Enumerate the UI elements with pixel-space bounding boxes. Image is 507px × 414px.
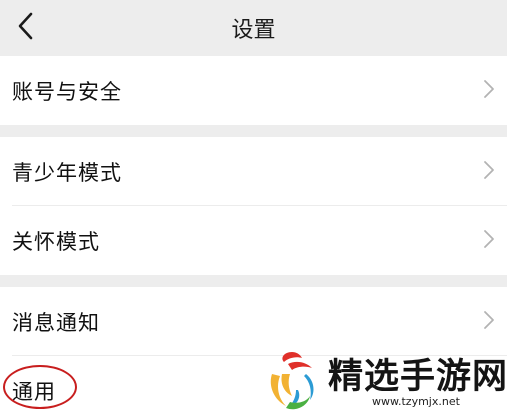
chevron-right-icon	[483, 229, 495, 253]
chevron-right-icon	[483, 79, 495, 103]
watermark-url: www.tzymjx.net	[372, 395, 460, 408]
watermark: 精选手游网 www.tzymjx.net	[262, 344, 507, 414]
settings-item-account-security[interactable]: 账号与安全	[0, 56, 507, 125]
settings-item-label: 关怀模式	[12, 229, 100, 254]
chevron-right-icon	[483, 160, 495, 184]
nav-bar: 设置	[0, 0, 507, 55]
settings-item-label: 账号与安全	[12, 79, 122, 104]
settings-group-account: 账号与安全	[0, 56, 507, 125]
settings-item-care-mode[interactable]: 关怀模式	[0, 206, 507, 275]
settings-group-modes: 青少年模式 关怀模式	[0, 137, 507, 275]
chevron-right-icon	[483, 310, 495, 334]
settings-item-label: 消息通知	[12, 310, 100, 335]
watermark-name: 精选手游网	[328, 357, 507, 397]
page-title: 设置	[231, 18, 276, 43]
settings-item-label: 青少年模式	[12, 160, 122, 185]
settings-item-youth-mode[interactable]: 青少年模式	[0, 137, 507, 206]
annotation-circle	[3, 365, 77, 409]
